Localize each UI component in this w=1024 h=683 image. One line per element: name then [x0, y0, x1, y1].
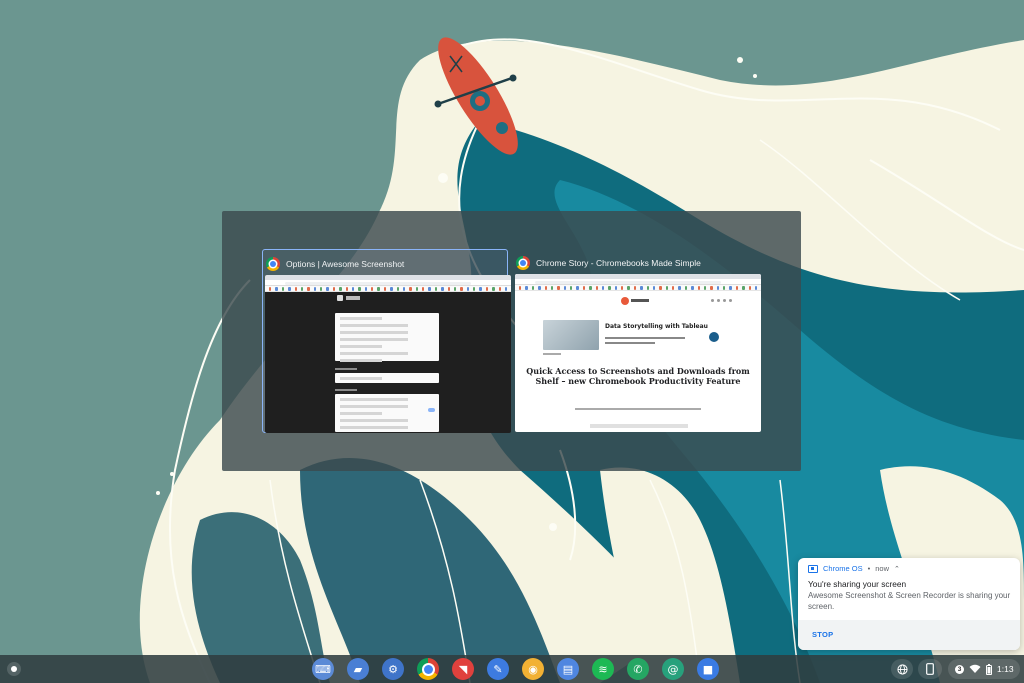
- window-title: Chrome Story - Chromebooks Made Simple: [536, 258, 701, 268]
- messages-icon[interactable]: ▤: [557, 658, 579, 680]
- video-app-icon[interactable]: ■: [697, 658, 719, 680]
- pinned-apps: ⌨ ▰ ⚙ ◥ ✎ ◉ ▤ ≋ ✆ @ ■: [312, 658, 719, 680]
- notification-title: You're sharing your screen: [808, 579, 907, 589]
- phone-icon: [926, 663, 934, 675]
- clock-time: 1:13: [997, 664, 1014, 674]
- expand-chevron-icon[interactable]: ⌃: [894, 565, 900, 573]
- notification-count-badge: 3: [955, 664, 964, 674]
- notification-actions: STOP: [798, 620, 1020, 650]
- chrome-logo-icon: [516, 256, 530, 270]
- status-area[interactable]: 3 1:13: [948, 659, 1020, 679]
- chrome-logo-icon: [266, 257, 280, 271]
- settings-gear-icon[interactable]: ⚙: [382, 658, 404, 680]
- window-preview-options[interactable]: Options | Awesome Screenshot: [262, 249, 511, 433]
- window-thumbnail: [265, 275, 511, 433]
- keyboard-app-icon[interactable]: ⌨: [312, 658, 334, 680]
- article-title: Quick Access to Screenshots and Download…: [526, 366, 750, 386]
- window-header: Options | Awesome Screenshot: [266, 256, 404, 272]
- window-switcher: Options | Awesome Screenshot Chrome Stor…: [222, 211, 801, 471]
- notification-header: Chrome OS • now ⌃: [808, 564, 900, 573]
- wifi-icon: [969, 664, 981, 673]
- chrome-icon[interactable]: [417, 658, 439, 680]
- pen-app-icon[interactable]: ✎: [487, 658, 509, 680]
- phone-hub-button[interactable]: [918, 659, 942, 679]
- header-separator: •: [867, 564, 871, 573]
- ad-headline: Data Storytelling with Tableau: [605, 323, 708, 330]
- screen-sharing-notification: Chrome OS • now ⌃ You're sharing your sc…: [798, 558, 1020, 650]
- window-thumbnail: Data Storytelling with Tableau Quick Acc…: [515, 274, 761, 432]
- stop-sharing-button[interactable]: STOP: [812, 630, 833, 639]
- window-title: Options | Awesome Screenshot: [286, 259, 405, 269]
- battery-icon: [986, 663, 992, 675]
- notification-body: Awesome Screenshot & Screen Recorder is …: [808, 591, 1011, 611]
- email-app-icon[interactable]: @: [662, 658, 684, 680]
- spotify-icon[interactable]: ≋: [592, 658, 614, 680]
- files-icon[interactable]: ▰: [347, 658, 369, 680]
- globe-icon: [896, 663, 908, 675]
- shelf: ⌨ ▰ ⚙ ◥ ✎ ◉ ▤ ≋ ✆ @ ■ 3 1:13: [0, 655, 1024, 683]
- screen-share-icon: [808, 564, 818, 573]
- notification-app-name: Chrome OS: [823, 564, 863, 573]
- launcher-button[interactable]: [7, 662, 21, 676]
- window-preview-chrome-story[interactable]: Chrome Story - Chromebooks Made Simple D…: [513, 249, 761, 433]
- window-header: Chrome Story - Chromebooks Made Simple: [516, 255, 701, 271]
- ad-banner: Data Storytelling with Tableau: [543, 320, 719, 358]
- pocket-icon[interactable]: ◥: [452, 658, 474, 680]
- whatsapp-icon[interactable]: ✆: [627, 658, 649, 680]
- notification-time: now: [875, 564, 890, 573]
- chrome-canary-icon[interactable]: ◉: [522, 658, 544, 680]
- globe-tray-button[interactable]: [891, 659, 913, 679]
